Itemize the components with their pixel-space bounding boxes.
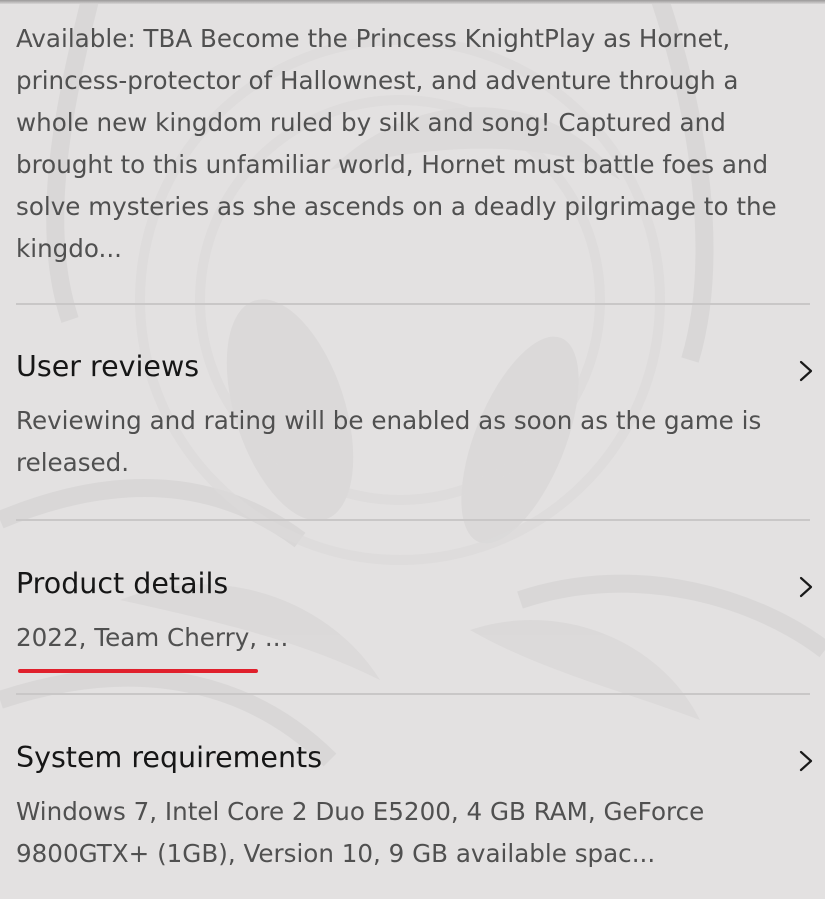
divider [16, 303, 810, 305]
user-reviews-section[interactable]: User reviews Reviewing and rating will b… [0, 350, 825, 510]
system-requirements-title: System requirements [16, 741, 323, 774]
system-requirements-summary: Windows 7, Intel Core 2 Duo E5200, 4 GB … [16, 797, 705, 868]
divider [16, 519, 810, 521]
user-reviews-title: User reviews [16, 350, 200, 383]
chevron-right-icon [799, 750, 813, 772]
product-details-summary: 2022, Team Cherry, ... [16, 623, 289, 652]
user-reviews-description: Reviewing and rating will be enabled as … [16, 406, 762, 477]
red-underline-annotation [18, 669, 258, 673]
chevron-right-icon [799, 576, 813, 598]
game-description[interactable]: Available: TBA Become the Princess Knigh… [16, 18, 806, 270]
top-shadow [0, 0, 825, 4]
product-details-title: Product details [16, 567, 229, 600]
chevron-right-icon [799, 360, 813, 382]
product-details-section[interactable]: Product details 2022, Team Cherry, ... [0, 567, 825, 687]
system-requirements-section[interactable]: System requirements Windows 7, Intel Cor… [0, 741, 825, 891]
divider [16, 693, 810, 695]
